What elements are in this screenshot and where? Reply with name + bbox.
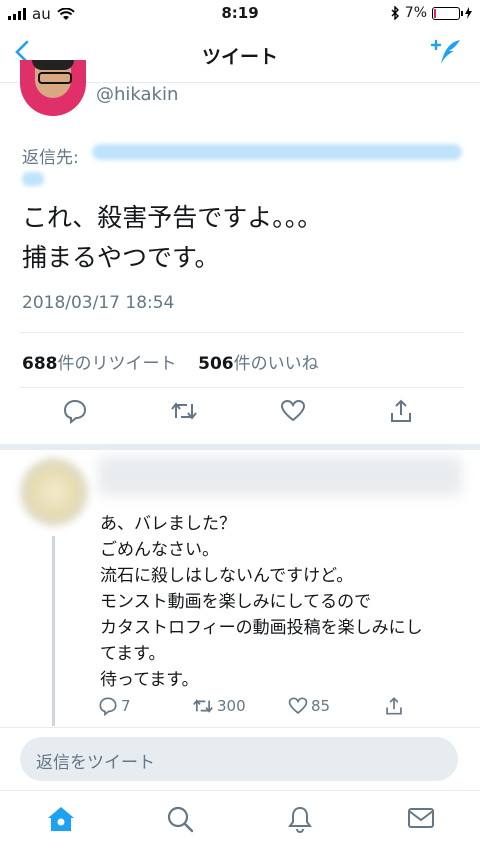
reply-retweet-button[interactable]: 300: [192, 696, 246, 716]
divider: [20, 332, 464, 333]
reply-share-button[interactable]: [384, 696, 404, 716]
notifications-icon: [288, 806, 312, 833]
compose-button[interactable]: [430, 38, 462, 72]
charging-icon: [465, 7, 472, 19]
tweet-stats: 688件のリツイート 506件のいいね: [22, 349, 319, 374]
divider: [0, 727, 480, 728]
messages-icon: [408, 808, 434, 828]
reply-reply-count: 7: [121, 697, 131, 715]
section-separator: [0, 444, 480, 450]
retweet-label: 件のリツイート: [57, 354, 177, 374]
search-icon: [167, 806, 194, 833]
battery-icon: [432, 6, 463, 20]
retweet-icon: [193, 699, 213, 713]
divider: [20, 387, 464, 388]
battery-percent: 7%: [404, 5, 427, 21]
status-bar: au 8:19 7%: [0, 0, 480, 28]
like-count: 506: [198, 354, 234, 374]
reply-like-count: 85: [311, 697, 331, 715]
reply-button[interactable]: [62, 398, 88, 428]
reply-author-avatar-blurred[interactable]: [20, 458, 88, 526]
share-button[interactable]: [388, 398, 414, 428]
like-button[interactable]: [280, 398, 306, 428]
like-stat[interactable]: 506件のいいね: [198, 354, 319, 374]
tab-search[interactable]: [166, 805, 194, 837]
share-icon: [391, 399, 411, 422]
compose-icon: [430, 39, 460, 64]
tab-notifications[interactable]: [286, 805, 314, 837]
reply-to-label: 返信先:: [22, 148, 79, 168]
reply-retweet-count: 300: [217, 697, 246, 715]
retweet-count: 688: [22, 354, 58, 374]
tweet-timestamp: 2018/03/17 18:54: [22, 293, 175, 313]
tweet-actions: [0, 398, 480, 438]
tab-messages[interactable]: [406, 805, 436, 835]
reply-input[interactable]: 返信をツイート: [20, 737, 458, 781]
heart-icon: [288, 697, 308, 714]
retweet-icon: [171, 402, 197, 420]
bluetooth-icon: [391, 6, 399, 20]
author-handle[interactable]: @hikakin: [96, 84, 178, 105]
tab-home[interactable]: [46, 805, 76, 837]
reply-reply-button[interactable]: 7: [98, 696, 131, 716]
home-icon: [48, 807, 74, 831]
reply-text: あ、バレました？ ごめんなさい。 流石に殺しはしないんですけど。 モンスト動画を…: [100, 514, 423, 690]
author-avatar[interactable]: [20, 60, 86, 116]
reply-to-users-blurred[interactable]: [92, 144, 462, 160]
reply-to-users-blurred-2[interactable]: [22, 172, 44, 186]
share-icon: [386, 697, 402, 715]
like-label: 件のいいね: [233, 354, 319, 374]
reply-icon: [99, 697, 117, 716]
reply-input-placeholder: 返信をツイート: [36, 753, 155, 773]
tab-bar: [0, 790, 480, 855]
reply-icon: [63, 399, 87, 425]
retweet-stat[interactable]: 688件のリツイート: [22, 354, 177, 374]
reply-author-name-blurred[interactable]: [98, 456, 462, 496]
retweet-button[interactable]: [170, 398, 198, 428]
thread-line: [52, 536, 55, 726]
reply-like-button[interactable]: 85: [288, 696, 330, 716]
heart-icon: [280, 399, 306, 422]
tweet-text: これ、殺害予告ですよ。。。 捕まるやつです。: [22, 203, 323, 272]
